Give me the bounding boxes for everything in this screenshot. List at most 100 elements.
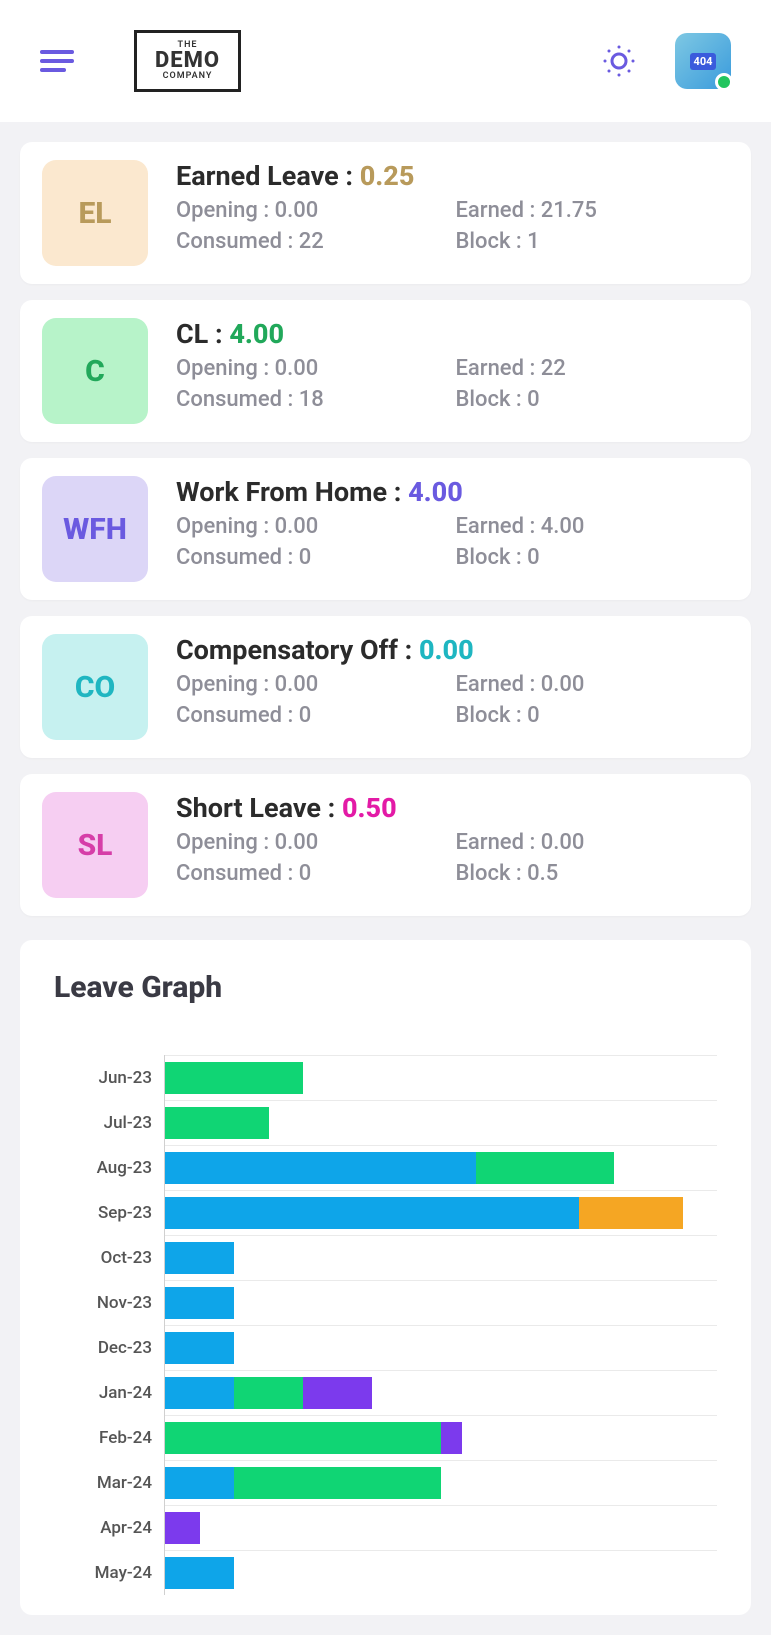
leave-badge: SL bbox=[42, 792, 148, 898]
chart-bar-segment bbox=[165, 1152, 476, 1184]
chart-category-label: May-24 bbox=[54, 1550, 152, 1595]
app-header: THE DEMO COMPANY 404 bbox=[0, 0, 771, 122]
leave-card[interactable]: WFH Work From Home : 4.00 Opening : 0.00… bbox=[20, 458, 751, 600]
chart-bar-segment bbox=[165, 1512, 200, 1544]
presence-indicator-icon bbox=[715, 73, 733, 91]
leave-name: Earned Leave bbox=[176, 160, 339, 192]
logo-line3: COMPANY bbox=[155, 72, 220, 81]
leave-card[interactable]: EL Earned Leave : 0.25 Opening : 0.00 Ea… bbox=[20, 142, 751, 284]
chart-category-label: Oct-23 bbox=[54, 1235, 152, 1280]
user-avatar[interactable]: 404 bbox=[675, 33, 731, 89]
leave-balance: 0.25 bbox=[360, 160, 415, 192]
leave-balance-list: EL Earned Leave : 0.25 Opening : 0.00 Ea… bbox=[20, 142, 751, 916]
leave-title: CL : 4.00 bbox=[176, 318, 729, 350]
chart-bar-segment bbox=[165, 1377, 234, 1409]
menu-icon[interactable] bbox=[40, 50, 74, 72]
leave-title: Earned Leave : 0.25 bbox=[176, 160, 729, 192]
leave-opening: Opening : 0.00 bbox=[176, 198, 450, 223]
leave-chart: Jun-23Jul-23Aug-23Sep-23Oct-23Nov-23Dec-… bbox=[54, 1055, 717, 1595]
chart-bar-segment bbox=[476, 1152, 614, 1184]
chart-category-label: Feb-24 bbox=[54, 1415, 152, 1460]
company-logo: THE DEMO COMPANY bbox=[134, 30, 241, 92]
logo-line2: DEMO bbox=[155, 50, 220, 72]
leave-balance: 0.50 bbox=[342, 792, 397, 824]
leave-badge: C bbox=[42, 318, 148, 424]
chart-bar-segment bbox=[165, 1287, 234, 1319]
theme-toggle-icon[interactable] bbox=[603, 45, 635, 77]
leave-consumed: Consumed : 0 bbox=[176, 703, 450, 728]
leave-opening: Opening : 0.00 bbox=[176, 830, 450, 855]
leave-info: Short Leave : 0.50 Opening : 0.00 Earned… bbox=[176, 792, 729, 898]
leave-block: Block : 1 bbox=[456, 229, 730, 254]
chart-bar-row bbox=[165, 1550, 717, 1595]
leave-balance: 4.00 bbox=[408, 476, 463, 508]
chart-bar-row bbox=[165, 1055, 717, 1100]
chart-category-label: Nov-23 bbox=[54, 1280, 152, 1325]
chart-bar-row bbox=[165, 1415, 717, 1460]
leave-block: Block : 0 bbox=[456, 545, 730, 570]
chart-bar-segment bbox=[165, 1332, 234, 1364]
leave-block: Block : 0 bbox=[456, 703, 730, 728]
leave-opening: Opening : 0.00 bbox=[176, 672, 450, 697]
leave-info: Earned Leave : 0.25 Opening : 0.00 Earne… bbox=[176, 160, 729, 266]
leave-earned: Earned : 4.00 bbox=[456, 514, 730, 539]
chart-bar-row bbox=[165, 1280, 717, 1325]
chart-bar-segment bbox=[165, 1467, 234, 1499]
chart-category-label: Mar-24 bbox=[54, 1460, 152, 1505]
chart-y-labels: Jun-23Jul-23Aug-23Sep-23Oct-23Nov-23Dec-… bbox=[54, 1055, 164, 1595]
chart-bar-segment bbox=[234, 1377, 303, 1409]
leave-earned: Earned : 22 bbox=[456, 356, 730, 381]
leave-opening: Opening : 0.00 bbox=[176, 514, 450, 539]
chart-category-label: Aug-23 bbox=[54, 1145, 152, 1190]
leave-balance: 0.00 bbox=[419, 634, 474, 666]
chart-bar-row bbox=[165, 1505, 717, 1550]
chart-bar-segment bbox=[165, 1242, 234, 1274]
leave-earned: Earned : 21.75 bbox=[456, 198, 730, 223]
chart-category-label: Apr-24 bbox=[54, 1505, 152, 1550]
leave-card[interactable]: SL Short Leave : 0.50 Opening : 0.00 Ear… bbox=[20, 774, 751, 916]
leave-badge: CO bbox=[42, 634, 148, 740]
chart-category-label: Jan-24 bbox=[54, 1370, 152, 1415]
chart-bar-row bbox=[165, 1235, 717, 1280]
leave-card[interactable]: CO Compensatory Off : 0.00 Opening : 0.0… bbox=[20, 616, 751, 758]
leave-title: Work From Home : 4.00 bbox=[176, 476, 729, 508]
chart-bar-segment bbox=[165, 1107, 269, 1139]
leave-info: CL : 4.00 Opening : 0.00 Earned : 22 Con… bbox=[176, 318, 729, 424]
graph-title: Leave Graph bbox=[54, 970, 717, 1005]
chart-bar-segment bbox=[234, 1467, 441, 1499]
chart-bar-segment bbox=[165, 1062, 303, 1094]
leave-info: Compensatory Off : 0.00 Opening : 0.00 E… bbox=[176, 634, 729, 740]
chart-bars bbox=[164, 1055, 717, 1595]
leave-consumed: Consumed : 18 bbox=[176, 387, 450, 412]
main-content: EL Earned Leave : 0.25 Opening : 0.00 Ea… bbox=[0, 122, 771, 1635]
leave-consumed: Consumed : 0 bbox=[176, 545, 450, 570]
chart-bar-row bbox=[165, 1370, 717, 1415]
leave-consumed: Consumed : 22 bbox=[176, 229, 450, 254]
leave-badge: EL bbox=[42, 160, 148, 266]
chart-bar-segment bbox=[303, 1377, 372, 1409]
chart-bar-segment bbox=[165, 1422, 441, 1454]
chart-bar-row bbox=[165, 1145, 717, 1190]
chart-bar-row bbox=[165, 1460, 717, 1505]
chart-bar-row bbox=[165, 1190, 717, 1235]
leave-opening: Opening : 0.00 bbox=[176, 356, 450, 381]
chart-category-label: Sep-23 bbox=[54, 1190, 152, 1235]
chart-bar-segment bbox=[165, 1557, 234, 1589]
chart-bar-segment bbox=[579, 1197, 683, 1229]
leave-name: Short Leave bbox=[176, 792, 321, 824]
leave-name: CL bbox=[176, 318, 208, 350]
chart-bar-row bbox=[165, 1100, 717, 1145]
leave-title: Short Leave : 0.50 bbox=[176, 792, 729, 824]
chart-category-label: Jul-23 bbox=[54, 1100, 152, 1145]
chart-bar-segment bbox=[441, 1422, 462, 1454]
chart-category-label: Jun-23 bbox=[54, 1055, 152, 1100]
avatar-badge-text: 404 bbox=[690, 53, 717, 70]
chart-category-label: Dec-23 bbox=[54, 1325, 152, 1370]
leave-block: Block : 0.5 bbox=[456, 861, 730, 886]
chart-bar-segment bbox=[165, 1197, 579, 1229]
leave-balance: 4.00 bbox=[229, 318, 284, 350]
leave-consumed: Consumed : 0 bbox=[176, 861, 450, 886]
leave-name: Work From Home bbox=[176, 476, 387, 508]
leave-card[interactable]: C CL : 4.00 Opening : 0.00 Earned : 22 C… bbox=[20, 300, 751, 442]
leave-badge: WFH bbox=[42, 476, 148, 582]
